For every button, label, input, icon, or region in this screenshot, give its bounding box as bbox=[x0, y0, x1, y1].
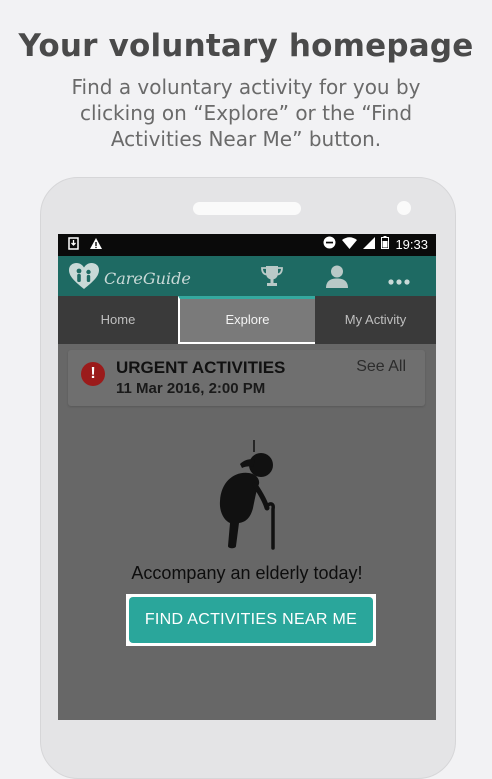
tagline: Accompany an elderly today! bbox=[131, 563, 363, 583]
app-logo[interactable]: CareGuide bbox=[68, 262, 191, 295]
minus-circle-icon bbox=[323, 236, 336, 252]
promo-subline: Find a voluntary activity for you by cli… bbox=[71, 75, 421, 151]
signal-icon bbox=[363, 236, 376, 252]
tab-explore[interactable]: Explore bbox=[178, 296, 315, 344]
trophy-icon[interactable] bbox=[259, 264, 285, 294]
elderly-person-icon bbox=[213, 438, 283, 555]
battery-icon bbox=[381, 236, 390, 252]
promo-headline: Your voluntary homepage bbox=[18, 28, 474, 64]
more-icon[interactable] bbox=[388, 272, 410, 290]
phone-camera bbox=[397, 201, 411, 215]
find-button-frame: FIND ACTIVITIES NEAR ME bbox=[126, 594, 376, 646]
status-time: 19:33 bbox=[395, 236, 428, 252]
app-name: CareGuide bbox=[104, 269, 191, 288]
profile-icon[interactable] bbox=[325, 264, 349, 294]
urgent-date: 11 Mar 2016, 2:00 PM bbox=[116, 380, 266, 397]
phone-screen: 19:33 CareGuide Home Explore My Activity… bbox=[58, 234, 436, 720]
see-all-link[interactable]: See All bbox=[356, 358, 406, 376]
wifi-icon bbox=[342, 236, 358, 252]
download-icon bbox=[68, 237, 79, 255]
tab-bar: Home Explore My Activity bbox=[58, 296, 436, 344]
status-bar: 19:33 bbox=[58, 234, 436, 256]
warning-icon bbox=[89, 237, 103, 255]
find-activities-button[interactable]: FIND ACTIVITIES NEAR ME bbox=[129, 597, 373, 643]
urgent-activities-card[interactable]: ! URGENT ACTIVITIES 11 Mar 2016, 2:00 PM… bbox=[68, 350, 425, 406]
urgent-title: URGENT ACTIVITIES bbox=[116, 358, 286, 377]
app-bar: CareGuide bbox=[58, 256, 436, 296]
tab-home[interactable]: Home bbox=[58, 296, 178, 344]
heart-logo-icon bbox=[68, 262, 100, 295]
exclamation-icon: ! bbox=[81, 362, 105, 386]
phone-speaker bbox=[193, 202, 301, 215]
tab-my-activity[interactable]: My Activity bbox=[315, 296, 436, 344]
